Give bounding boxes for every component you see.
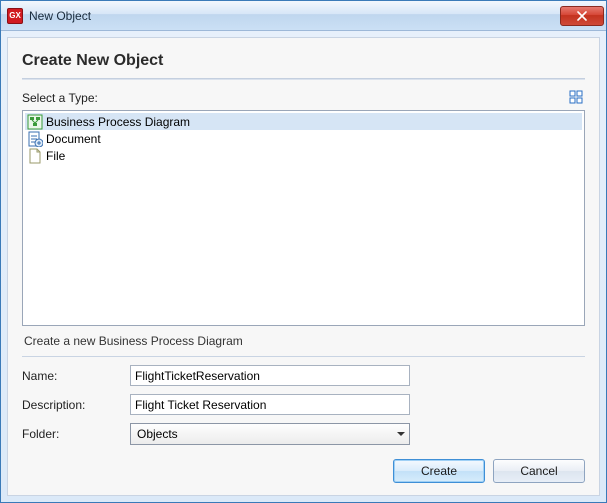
select-type-row: Select a Type:	[22, 90, 585, 106]
folder-value: Objects	[137, 427, 178, 441]
create-button-label: Create	[421, 464, 457, 478]
cancel-button-label: Cancel	[520, 464, 557, 478]
new-object-dialog: GX New Object Create New Object Select a…	[0, 0, 607, 503]
description-label: Description:	[22, 398, 130, 412]
type-item-document[interactable]: Document	[25, 130, 582, 147]
name-label: Name:	[22, 369, 130, 383]
close-icon	[577, 11, 587, 21]
view-mode-icon[interactable]	[569, 90, 585, 106]
type-item-label: Document	[46, 132, 101, 146]
chevron-down-icon	[397, 432, 405, 436]
select-type-label: Select a Type:	[22, 91, 98, 105]
type-item-file[interactable]: File	[25, 147, 582, 164]
app-icon-label: GX	[9, 11, 21, 20]
app-icon: GX	[7, 8, 23, 24]
close-button[interactable]	[560, 6, 604, 26]
create-button[interactable]: Create	[393, 459, 485, 483]
name-row: Name:	[22, 365, 585, 386]
bpd-icon	[27, 114, 43, 130]
document-icon	[27, 131, 43, 147]
divider	[22, 78, 585, 80]
file-icon	[27, 148, 43, 164]
page-title: Create New Object	[22, 48, 585, 78]
titlebar[interactable]: GX New Object	[1, 1, 606, 31]
folder-label: Folder:	[22, 427, 130, 441]
type-item-label: File	[46, 149, 65, 163]
description-input[interactable]	[130, 394, 410, 415]
client-area: Create New Object Select a Type:	[7, 37, 600, 496]
divider	[22, 356, 585, 357]
type-item-bpd[interactable]: Business Process Diagram	[25, 113, 582, 130]
cancel-button[interactable]: Cancel	[493, 459, 585, 483]
folder-dropdown[interactable]: Objects	[130, 423, 410, 445]
folder-row: Folder: Objects	[22, 423, 585, 445]
description-row: Description:	[22, 394, 585, 415]
type-item-label: Business Process Diagram	[46, 115, 190, 129]
name-input[interactable]	[130, 365, 410, 386]
button-row: Create Cancel	[22, 459, 585, 483]
type-description: Create a new Business Process Diagram	[22, 332, 585, 354]
type-list[interactable]: Business Process Diagram Document	[22, 110, 585, 326]
window-title: New Object	[29, 9, 560, 23]
